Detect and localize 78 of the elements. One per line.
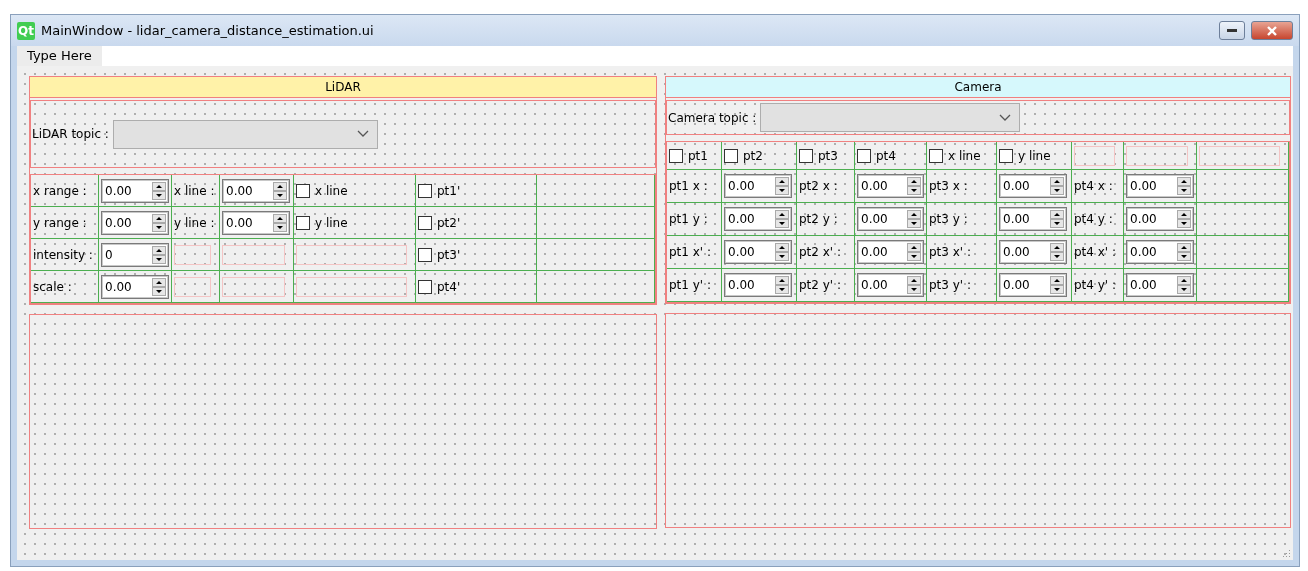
layout-spacer <box>174 276 211 297</box>
field-label: pt4 y' : <box>1074 278 1117 292</box>
checkbox[interactable]: pt3 <box>799 148 838 163</box>
layout-spacer <box>222 244 285 265</box>
field-label: x line : <box>174 183 215 198</box>
spin-box[interactable]: 0.00 <box>222 178 290 203</box>
field-label: y line : <box>174 215 215 230</box>
spin-box[interactable]: 0.00 <box>222 210 290 235</box>
checkbox[interactable]: pt3' <box>418 247 461 262</box>
field-label: pt2 y' : <box>799 278 842 292</box>
checkbox[interactable]: x line <box>296 183 348 198</box>
field-label: pt3 x : <box>929 179 968 193</box>
group-header: LiDAR <box>30 77 656 98</box>
checkbox[interactable]: pt2' <box>418 215 461 230</box>
layout-spacer <box>1074 145 1115 166</box>
layout-spacer <box>1126 145 1188 166</box>
chevron-down-icon <box>999 113 1012 122</box>
minimize-button[interactable] <box>1219 21 1245 40</box>
field-label: pt1 x' : <box>669 245 712 259</box>
spin-box[interactable]: 0.00 <box>724 240 792 264</box>
checkbox[interactable]: pt1' <box>418 183 461 198</box>
minimize-icon <box>1227 28 1237 33</box>
field-label: pt1 y' : <box>669 278 712 292</box>
spin-box[interactable]: 0 <box>101 242 169 267</box>
spin-box[interactable]: 0.00 <box>724 207 792 231</box>
spin-box[interactable]: 0.00 <box>999 273 1067 297</box>
spin-box[interactable]: 0.00 <box>857 174 924 198</box>
spin-box[interactable]: 0.00 <box>999 207 1067 231</box>
field-label: pt2 x' : <box>799 245 842 259</box>
spin-box[interactable]: 0.00 <box>999 240 1067 264</box>
group-header: Camera <box>666 77 1290 98</box>
close-button[interactable] <box>1251 21 1293 40</box>
app-logo: Qt <box>17 21 35 40</box>
spin-box[interactable]: 0.00 <box>101 178 169 203</box>
window-title: MainWindow - lidar_camera_distance_estimation.ui <box>41 23 375 38</box>
spin-box[interactable]: 0.00 <box>101 210 169 235</box>
spin-box[interactable]: 0.00 <box>101 274 169 299</box>
topic-label: Camera topic : <box>668 110 757 125</box>
field-label: pt1 y : <box>669 212 708 226</box>
checkbox[interactable]: y line <box>999 148 1051 163</box>
field-label: y range : <box>33 215 87 230</box>
checkbox[interactable]: y line <box>296 215 348 230</box>
menu-item[interactable]: Type Here <box>17 46 102 66</box>
layout-spacer <box>222 276 285 297</box>
spin-box[interactable]: 0.00 <box>999 174 1067 198</box>
field-label: pt1 x : <box>669 179 708 193</box>
spin-box[interactable]: 0.00 <box>857 273 924 297</box>
field-label: pt4 x : <box>1074 179 1113 193</box>
field-label: pt3 y' : <box>929 278 972 292</box>
close-icon <box>1266 24 1278 37</box>
checkbox[interactable]: pt1 <box>669 148 708 163</box>
field-label: pt4 x' : <box>1074 245 1117 259</box>
field-label: pt4 y : <box>1074 212 1113 226</box>
spin-box[interactable]: 0.00 <box>1126 207 1194 231</box>
topic-label: LiDAR topic : <box>32 127 109 141</box>
spin-box[interactable]: 0.00 <box>1126 273 1194 297</box>
checkbox[interactable]: pt2 <box>724 148 763 163</box>
topic-dropdown[interactable] <box>760 103 1021 132</box>
spin-box[interactable]: 0.00 <box>1126 174 1194 198</box>
checkbox[interactable]: pt4 <box>857 148 896 163</box>
spin-box[interactable]: 0.00 <box>724 273 792 297</box>
spin-box[interactable]: 0.00 <box>724 174 792 198</box>
spin-box[interactable]: 0.00 <box>857 240 924 264</box>
checkbox[interactable]: pt4' <box>418 279 461 294</box>
field-label: intensity : <box>33 247 93 262</box>
field-label: pt3 x' : <box>929 245 972 259</box>
field-label: scale : <box>33 279 72 294</box>
field-label: pt2 y : <box>799 212 838 226</box>
spin-box[interactable]: 0.00 <box>857 207 924 231</box>
field-label: x range : <box>33 183 87 198</box>
spin-box[interactable]: 0.00 <box>1126 240 1194 264</box>
topic-dropdown[interactable] <box>112 119 378 149</box>
field-label: pt2 x : <box>799 179 838 193</box>
layout-spacer <box>174 244 211 265</box>
chevron-down-icon <box>356 130 369 138</box>
resize-grip-icon[interactable] <box>1281 548 1291 558</box>
checkbox[interactable]: x line <box>929 148 981 163</box>
field-label: pt3 y : <box>929 212 968 226</box>
